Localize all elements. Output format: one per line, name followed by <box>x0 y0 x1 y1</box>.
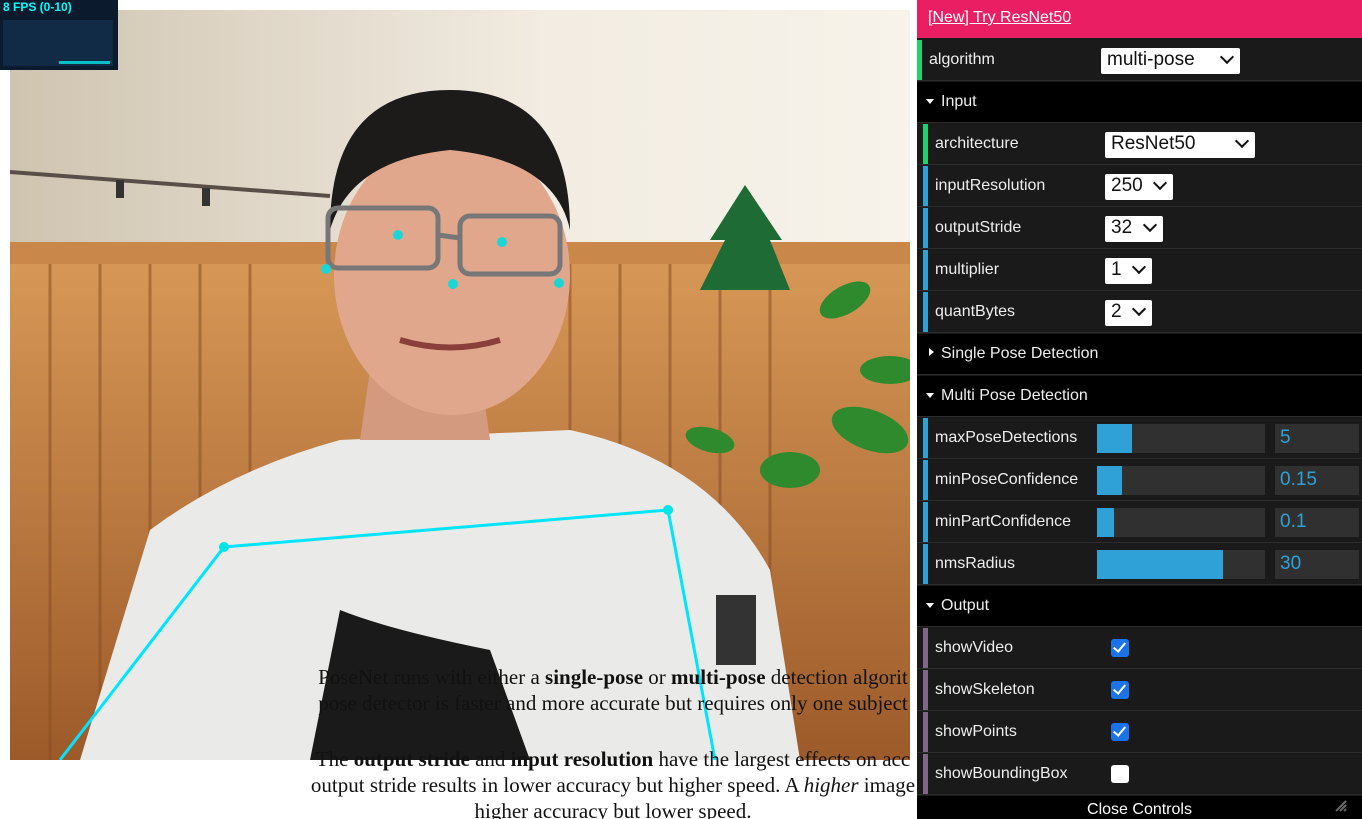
description-line: output stride results in lower accuracy … <box>310 773 916 797</box>
input-row-outputStride: outputStride 32 <box>917 208 1362 249</box>
close-controls-button[interactable]: Close Controls <box>917 796 1362 819</box>
description-text: detection algorit <box>765 665 908 689</box>
folder-output[interactable]: Output <box>917 586 1362 627</box>
output-row-showBoundingBox: showBoundingBox <box>917 754 1362 795</box>
nmsRadius-input[interactable]: 30 <box>1275 550 1359 579</box>
maxPoseDetections-input[interactable]: 5 <box>1275 424 1359 453</box>
minPoseConfidence-slider[interactable] <box>1097 466 1265 495</box>
slider-label: minPartConfidence <box>935 513 1072 530</box>
fps-stats-panel[interactable]: 8 FPS (0-10) <box>0 0 118 70</box>
input-label: multiplier <box>935 261 1000 278</box>
description-line: pose detector is faster and more accurat… <box>318 691 908 715</box>
minPartConfidence-input[interactable]: 0.1 <box>1275 508 1359 537</box>
multi-row-maxPoseDetections: maxPoseDetections 5 <box>917 418 1362 459</box>
description-text: have the largest effects on acc <box>653 747 911 771</box>
fps-readout: 8 FPS (0-10) <box>3 0 72 14</box>
input-label: outputStride <box>935 219 1022 236</box>
chevron-down-icon <box>1152 175 1168 191</box>
description-paragraph-1: PoseNet runs with either a single-pose o… <box>243 664 983 716</box>
description-paragraph-2: The output stride and input resolution h… <box>243 746 983 819</box>
showPoints-checkbox[interactable] <box>1111 723 1129 741</box>
folder-single-pose[interactable]: Single Pose Detection <box>917 334 1362 375</box>
chevron-down-icon <box>1234 133 1250 149</box>
input-label: inputResolution <box>935 177 1046 194</box>
input-label: architecture <box>935 135 1019 152</box>
input-row-quantBytes: quantBytes 2 <box>917 292 1362 333</box>
checkbox-label: showVideo <box>935 639 1013 656</box>
checkbox-label: showBoundingBox <box>935 765 1068 782</box>
multi-row-minPartConfidence: minPartConfidence 0.1 <box>917 502 1362 543</box>
caret-down-icon <box>926 99 934 104</box>
folder-input[interactable]: Input <box>917 82 1362 123</box>
chevron-down-icon <box>1219 49 1235 65</box>
video-canvas <box>10 10 910 760</box>
input-row-inputResolution: inputResolution 250 <box>917 166 1362 207</box>
description-text: or <box>643 665 672 689</box>
caret-down-icon <box>926 393 934 398</box>
checkbox-label: showPoints <box>935 723 1017 740</box>
slider-label: minPoseConfidence <box>935 471 1079 488</box>
inputResolution-select[interactable]: 250 <box>1105 174 1173 200</box>
description-text: PoseNet runs with either a <box>318 665 546 689</box>
architecture-select[interactable]: ResNet50 <box>1105 132 1255 158</box>
description-text: and <box>469 747 511 771</box>
minPoseConfidence-input[interactable]: 0.15 <box>1275 466 1359 495</box>
folder-multi-pose[interactable]: Multi Pose Detection <box>917 376 1362 417</box>
caret-down-icon <box>926 603 934 608</box>
chevron-down-icon <box>1131 301 1147 317</box>
description-emphasis: input resolution <box>510 747 654 771</box>
chevron-down-icon <box>1131 259 1147 275</box>
resize-handle-icon[interactable] <box>1334 799 1348 813</box>
algorithm-label: algorithm <box>929 51 995 68</box>
description-line: The output stride and input resolution h… <box>243 746 983 772</box>
slider-fill <box>1097 466 1123 495</box>
outputStride-select[interactable]: 32 <box>1105 216 1163 242</box>
multi-row-minPoseConfidence: minPoseConfidence 0.15 <box>917 460 1362 501</box>
output-row-showVideo: showVideo <box>917 628 1362 669</box>
try-resnet-link[interactable]: [New] Try ResNet50 <box>928 9 1071 27</box>
checkbox-label: showSkeleton <box>935 681 1035 698</box>
description-emphasis: single-pose <box>545 665 644 689</box>
slider-fill <box>1097 550 1223 579</box>
quantBytes-select[interactable]: 2 <box>1105 300 1152 326</box>
multi-row-nmsRadius: nmsRadius 30 <box>917 544 1362 585</box>
output-row-showSkeleton: showSkeleton <box>917 670 1362 711</box>
caret-right-icon <box>929 348 934 356</box>
showBoundingBox-checkbox[interactable] <box>1111 765 1129 783</box>
nmsRadius-slider[interactable] <box>1097 550 1265 579</box>
description-text: The <box>315 747 354 771</box>
fps-graph <box>3 20 113 66</box>
algorithm-row: algorithm multi-pose <box>917 40 1362 81</box>
showSkeleton-checkbox[interactable] <box>1111 681 1129 699</box>
showVideo-checkbox[interactable] <box>1111 639 1129 657</box>
input-row-multiplier: multiplier 1 <box>917 250 1362 291</box>
description-line: higher accuracy but lower speed. <box>474 799 752 819</box>
input-row-architecture: architecture ResNet50 <box>917 124 1362 165</box>
algorithm-select[interactable]: multi-pose <box>1101 48 1240 74</box>
maxPoseDetections-slider[interactable] <box>1097 424 1265 453</box>
description-emphasis: multi-pose <box>671 665 766 689</box>
minPartConfidence-slider[interactable] <box>1097 508 1265 537</box>
chevron-down-icon <box>1142 217 1158 233</box>
slider-fill <box>1097 424 1133 453</box>
multiplier-select[interactable]: 1 <box>1105 258 1152 284</box>
description-line: PoseNet runs with either a single-pose o… <box>243 664 983 690</box>
description-emphasis: output stride <box>353 747 470 771</box>
slider-label: nmsRadius <box>935 555 1016 572</box>
controls-panel: [New] Try ResNet50 algorithm multi-pose … <box>917 0 1362 819</box>
slider-fill <box>1097 508 1114 537</box>
banner: [New] Try ResNet50 <box>917 0 1362 38</box>
slider-label: maxPoseDetections <box>935 429 1078 446</box>
webcam-scene <box>10 10 910 760</box>
input-label: quantBytes <box>935 303 1016 320</box>
output-row-showPoints: showPoints <box>917 712 1362 753</box>
